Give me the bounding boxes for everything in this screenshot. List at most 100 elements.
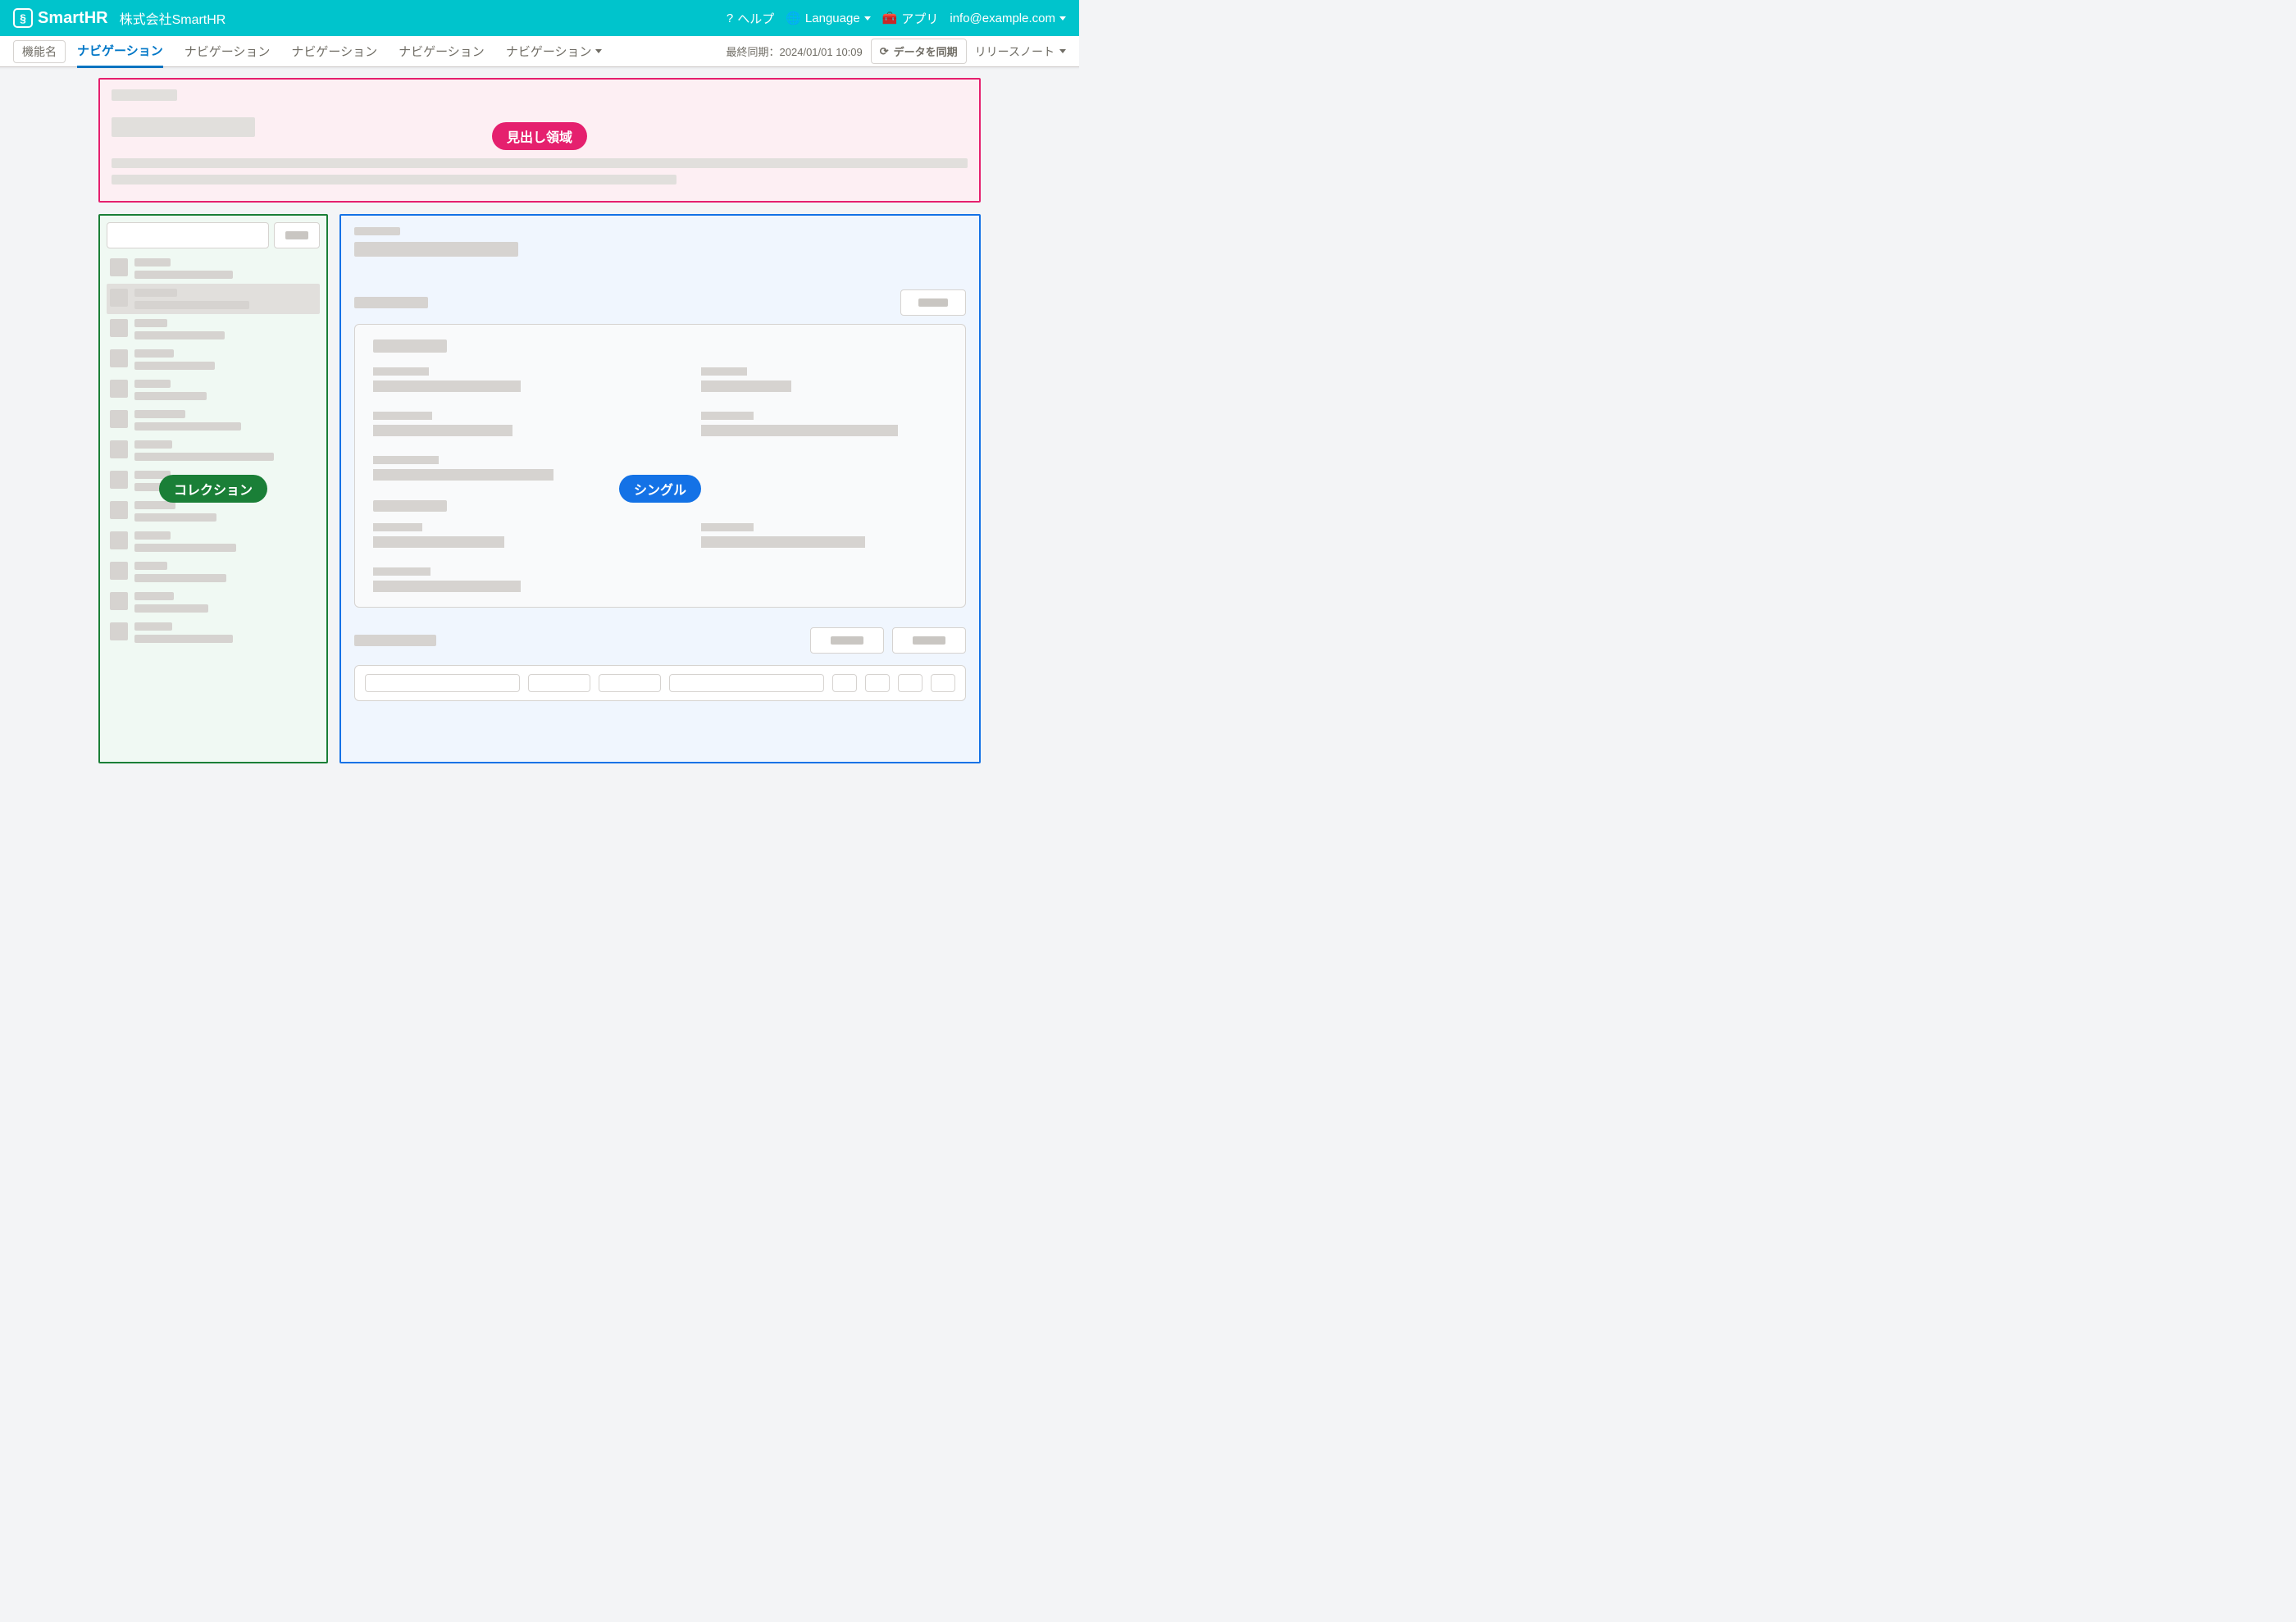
last-sync-label: 最終同期：2024/01/01 10:09 (727, 43, 863, 59)
nav-tab[interactable]: ナビゲーション (291, 35, 377, 67)
list-item-title (134, 622, 172, 631)
field-value (373, 469, 554, 481)
field-label (701, 367, 747, 376)
field (373, 367, 619, 392)
field-value (701, 536, 865, 548)
nav-tab[interactable]: ナビゲーション (399, 35, 485, 67)
list-item[interactable] (107, 284, 320, 314)
chevron-down-icon (1059, 16, 1066, 21)
field-value (701, 425, 898, 436)
list-item-title (134, 289, 177, 297)
list-item-subtitle (134, 635, 233, 643)
refresh-icon: ⟳ (880, 45, 889, 58)
chevron-down-icon (1059, 49, 1066, 53)
list-item[interactable] (107, 617, 320, 648)
field (701, 367, 947, 392)
thumbnail-icon (110, 440, 128, 458)
search-button[interactable] (274, 222, 320, 248)
field-value (701, 380, 791, 392)
detail-card (354, 324, 966, 608)
list-item-subtitle (134, 392, 207, 400)
list-item-title (134, 562, 167, 570)
list-item[interactable] (107, 405, 320, 435)
list-item[interactable] (107, 344, 320, 375)
section-action-button[interactable] (900, 289, 966, 316)
thumbnail-icon (110, 380, 128, 398)
description-line (112, 158, 968, 168)
list-item[interactable] (107, 375, 320, 405)
field (373, 523, 619, 548)
field-value (373, 380, 521, 392)
field-label (373, 412, 432, 420)
language-menu[interactable]: 🌐 Language (786, 11, 870, 25)
help-link[interactable]: ? ヘルプ (727, 10, 774, 27)
toolbar (354, 665, 966, 701)
description-line (112, 175, 676, 185)
list-item-title (134, 258, 171, 267)
field-label (373, 567, 430, 576)
list-item-subtitle (134, 422, 241, 431)
single-title (354, 242, 518, 257)
nav-tab[interactable]: ナビゲーション (184, 35, 271, 67)
global-header: § SmartHR 株式会社SmartHR ? ヘルプ 🌐 Language 🧰… (0, 0, 1079, 36)
region-badge-collection: コレクション (159, 475, 267, 503)
list-item-title (134, 592, 174, 600)
thumbnail-icon (110, 501, 128, 519)
list-item-title (134, 349, 174, 358)
field-value (373, 536, 504, 548)
sync-button[interactable]: ⟳ データを同期 (871, 39, 967, 64)
list-item-title (134, 319, 167, 327)
thumbnail-icon (110, 349, 128, 367)
field-label (701, 412, 754, 420)
help-icon: ? (727, 11, 733, 25)
field-value (373, 581, 521, 592)
nav-tab[interactable]: ナビゲーション (506, 35, 602, 67)
function-badge: 機能名 (13, 40, 66, 63)
single-region: シングル (339, 214, 981, 763)
list-item-subtitle (134, 604, 208, 613)
list-item-title (134, 410, 185, 418)
chevron-down-icon (864, 16, 871, 21)
breadcrumb-placeholder (112, 89, 177, 101)
list-item[interactable] (107, 435, 320, 466)
section-label (354, 635, 436, 646)
field (373, 567, 619, 592)
field (701, 523, 947, 548)
list-item-title (134, 380, 171, 388)
toolbar-icon-button[interactable] (832, 674, 857, 692)
single-breadcrumb (354, 227, 400, 235)
nav-tab[interactable]: ナビゲーション (77, 35, 163, 68)
field-value (373, 425, 512, 436)
toolbar-button[interactable] (528, 674, 590, 692)
list-item-title (134, 531, 171, 540)
list-item[interactable] (107, 253, 320, 284)
field-label (701, 523, 754, 531)
toolbar-input[interactable] (669, 674, 824, 692)
product-logo[interactable]: § SmartHR (13, 8, 108, 28)
list-item-subtitle (134, 362, 215, 370)
toolbar-icon-button[interactable] (931, 674, 955, 692)
release-notes-menu[interactable]: リリースノート (975, 43, 1066, 60)
list-item[interactable] (107, 314, 320, 344)
list-item-title (134, 440, 172, 449)
account-menu[interactable]: info@example.com (950, 11, 1066, 25)
search-input[interactable] (107, 222, 269, 248)
list-item-subtitle (134, 301, 249, 309)
toolbar-icon-button[interactable] (898, 674, 922, 692)
chevron-down-icon (595, 49, 602, 53)
toolbar-input[interactable] (365, 674, 520, 692)
list-item[interactable] (107, 526, 320, 557)
toolbar-button[interactable] (599, 674, 661, 692)
thumbnail-icon (110, 531, 128, 549)
action-button[interactable] (810, 627, 884, 654)
action-button[interactable] (892, 627, 966, 654)
region-badge-heading: 見出し領域 (492, 122, 587, 150)
card-title (373, 339, 447, 353)
list-item[interactable] (107, 557, 320, 587)
toolbar-icon-button[interactable] (865, 674, 890, 692)
list-item[interactable] (107, 587, 320, 617)
list-item-subtitle (134, 453, 274, 461)
card-subtitle (373, 500, 447, 512)
apps-menu[interactable]: 🧰 アプリ (882, 10, 939, 27)
thumbnail-icon (110, 258, 128, 276)
